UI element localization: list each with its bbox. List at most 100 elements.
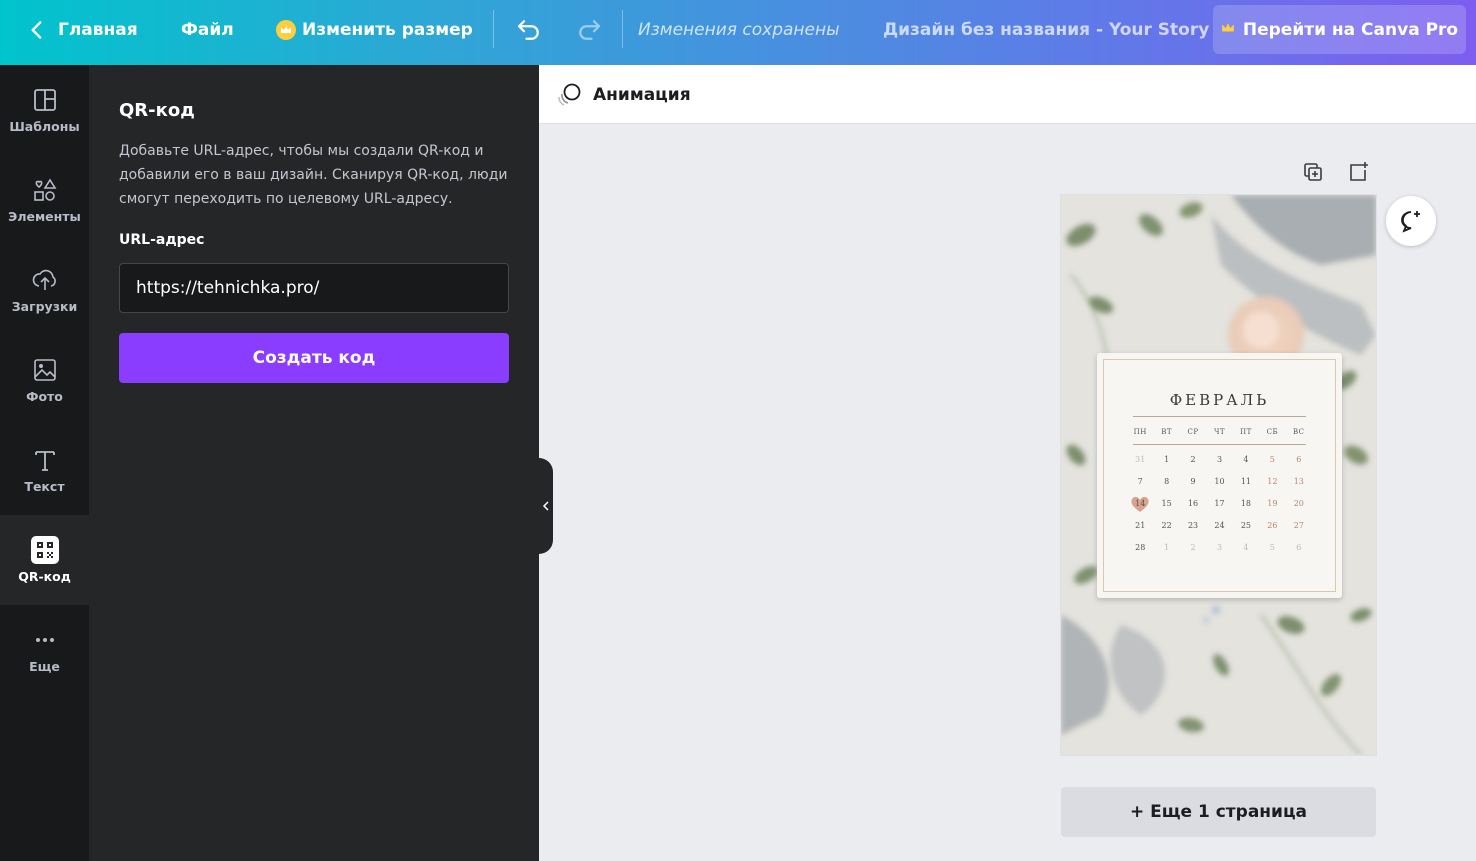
calendar-day: 10 <box>1214 477 1225 486</box>
add-comment-button[interactable] <box>1386 196 1436 246</box>
calendar-day: 4 <box>1243 543 1249 552</box>
file-menu-button[interactable]: Файл <box>181 0 234 60</box>
elements-icon <box>33 178 56 201</box>
calendar-day: 31 <box>1135 455 1146 464</box>
calendar-day: 21 <box>1135 521 1146 530</box>
calendar-day: 8 <box>1164 477 1170 486</box>
weekday-label: ВС <box>1293 428 1305 436</box>
rail-label: Фото <box>26 389 63 404</box>
crown-icon <box>1221 22 1235 38</box>
photo-icon <box>33 359 56 381</box>
calendar-day: 11 <box>1240 477 1252 486</box>
collapse-panel-button[interactable] <box>539 458 553 554</box>
url-field-label: URL-адрес <box>119 232 205 248</box>
undo-icon <box>517 20 539 40</box>
panel-title: QR-код <box>119 100 195 121</box>
add-page-button[interactable] <box>1346 160 1370 188</box>
rail-label: Элементы <box>8 209 81 224</box>
rail-label: Шаблоны <box>9 119 80 134</box>
rail-label: Еще <box>29 659 60 674</box>
calendar-day: 3 <box>1216 543 1223 552</box>
calendar-day: 5 <box>1269 455 1275 464</box>
home-label: Главная <box>58 20 138 40</box>
comment-add-icon <box>1401 211 1420 233</box>
rail-item-elements[interactable]: Элементы <box>0 155 89 245</box>
calendar-day: 6 <box>1296 543 1302 552</box>
toolbar-divider <box>622 10 623 48</box>
redo-icon <box>579 20 601 40</box>
more-pages-button[interactable]: + Еще 1 страница <box>1061 787 1376 837</box>
calendar-day: 20 <box>1293 499 1304 508</box>
panel-description: Добавьте URL-адрес, чтобы мы создали QR-… <box>119 143 508 207</box>
create-code-button[interactable]: Создать код <box>119 333 509 383</box>
rail-item-text[interactable]: Текст <box>0 425 89 515</box>
design-page[interactable]: ФЕВРАЛЬ ПН ВТ СР ЧТ ПТ СБ ВС 31 1 2 3 4 … <box>1061 195 1376 755</box>
qr-code-panel: QR-код Добавьте URL-адрес, чтобы мы созд… <box>89 65 539 861</box>
qr-code-icon <box>30 536 59 564</box>
side-nav-rail: Шаблоны Элементы Загрузки Фото Текст QR-… <box>0 65 89 861</box>
templates-icon <box>33 89 56 111</box>
calendar-day: 15 <box>1161 499 1172 508</box>
calendar-weekdays: ПН ВТ СР ЧТ ПТ СБ ВС <box>1127 421 1312 443</box>
calendar-day: 2 <box>1190 543 1196 552</box>
rail-item-more[interactable]: Еще <box>0 605 89 695</box>
duplicate-page-button[interactable] <box>1301 160 1325 188</box>
calendar-day: 22 <box>1161 521 1172 530</box>
rail-item-templates[interactable]: Шаблоны <box>0 65 89 155</box>
weekday-label: ВТ <box>1161 428 1173 436</box>
calendar-days: 31 1 2 3 4 5 6 7 8 9 10 11 12 13 14 15 1… <box>1127 449 1312 559</box>
rail-label: Загрузки <box>11 299 78 314</box>
add-page-icon <box>1350 162 1368 181</box>
calendar-day: 25 <box>1240 521 1252 530</box>
calendar-day: 16 <box>1187 499 1199 508</box>
undo-button[interactable] <box>514 0 544 60</box>
chevron-left-icon <box>542 501 549 511</box>
design-title[interactable]: Дизайн без названия - Your Story <box>883 0 1209 60</box>
weekday-label: ПТ <box>1240 428 1252 436</box>
url-input[interactable] <box>119 263 509 313</box>
calendar-day: 27 <box>1293 521 1304 530</box>
resize-button[interactable]: Изменить размер <box>276 0 473 60</box>
more-icon <box>35 638 54 642</box>
calendar-day: 9 <box>1190 477 1196 486</box>
rail-item-uploads[interactable]: Загрузки <box>0 245 89 335</box>
weekday-label: ПН <box>1133 428 1147 436</box>
animation-label: Анимация <box>593 85 691 105</box>
calendar-day: 24 <box>1214 521 1225 530</box>
calendar-card[interactable]: ФЕВРАЛЬ ПН ВТ СР ЧТ ПТ СБ ВС 31 1 2 3 4 … <box>1097 353 1342 598</box>
calendar-day: 2 <box>1190 455 1196 464</box>
top-toolbar: Главная Файл Изменить размер Изменения с… <box>0 0 1476 65</box>
home-button[interactable]: Главная <box>24 0 138 60</box>
rail-label: QR-код <box>18 569 71 584</box>
save-status: Изменения сохранены <box>638 20 840 40</box>
rail-label: Текст <box>24 479 65 494</box>
animation-button[interactable]: Анимация <box>555 81 691 109</box>
calendar-day: 17 <box>1214 499 1225 508</box>
canva-pro-label: Перейти на Canva Pro <box>1242 19 1459 40</box>
crown-icon <box>276 20 296 40</box>
calendar-day: 13 <box>1293 477 1304 486</box>
calendar-day: 23 <box>1187 521 1199 530</box>
calendar-day: 19 <box>1267 499 1278 508</box>
upload-icon <box>32 269 56 290</box>
calendar-divider <box>1133 444 1306 445</box>
redo-button[interactable] <box>574 0 604 60</box>
weekday-label: СБ <box>1266 428 1279 436</box>
calendar-day: 4 <box>1243 455 1249 464</box>
canva-pro-button[interactable]: Перейти на Canva Pro <box>1213 5 1466 54</box>
calendar-day: 12 <box>1267 477 1278 486</box>
calendar-day: 7 <box>1137 477 1143 486</box>
highlighted-day-number: 14 <box>1135 499 1146 508</box>
calendar-month: ФЕВРАЛЬ <box>1169 391 1270 409</box>
toolbar-divider <box>493 10 494 48</box>
animation-icon <box>558 83 581 106</box>
weekday-label: ЧТ <box>1213 428 1226 436</box>
rail-item-photos[interactable]: Фото <box>0 335 89 425</box>
calendar-day: 1 <box>1164 455 1170 464</box>
calendar-day: 28 <box>1135 543 1146 552</box>
calendar-day: 1 <box>1164 543 1170 552</box>
rail-item-qr-code[interactable]: QR-код <box>0 515 89 605</box>
file-label: Файл <box>181 20 234 40</box>
calendar-day-highlighted: 14 <box>1127 493 1153 515</box>
resize-label: Изменить размер <box>302 20 473 40</box>
